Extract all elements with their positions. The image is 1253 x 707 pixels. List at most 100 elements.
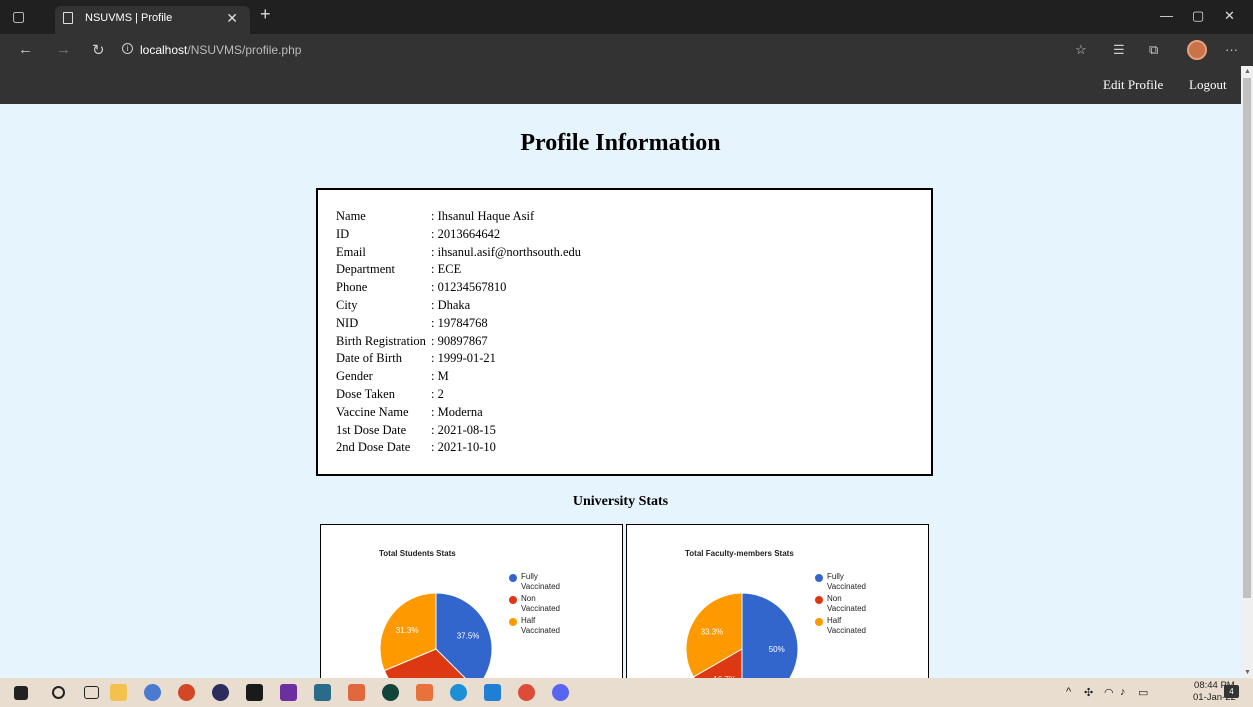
browser-tab[interactable]: NSUVMS | Profile ✕ — [55, 6, 250, 34]
profile-label: 1st Dose Date — [336, 422, 407, 437]
sublime-icon[interactable] — [416, 684, 433, 701]
legend-swatch — [815, 618, 823, 626]
legend-label: Half Vaccinated — [521, 616, 560, 635]
file-explorer-icon[interactable] — [110, 684, 127, 701]
legend-label: Non Vaccinated — [521, 594, 560, 613]
profile-row: Department: ECE — [336, 261, 581, 279]
vscode-icon[interactable] — [484, 684, 501, 701]
profile-label: ID — [336, 226, 350, 241]
profile-value: : Ihsanul Haque Asif — [431, 209, 535, 223]
profile-value: : 90897867 — [431, 333, 488, 348]
profile-value: : 2021-08-15 — [431, 422, 496, 437]
app-icon-3[interactable] — [382, 684, 399, 701]
start-icon[interactable] — [14, 686, 28, 700]
collections-icon[interactable]: ⧉ — [1149, 42, 1158, 58]
profile-row: Phone: 01234567810 — [336, 279, 581, 297]
site-navbar: Edit Profile Logout — [0, 66, 1241, 104]
forward-icon[interactable]: → — [56, 41, 71, 58]
edit-profile-link[interactable]: Edit Profile — [1103, 77, 1163, 93]
legend-swatch — [509, 596, 517, 604]
profile-value: : 01234567810 — [431, 280, 507, 295]
edge-icon[interactable] — [450, 684, 467, 701]
profile-label: Name — [336, 209, 366, 223]
profile-row: Gender : M — [336, 368, 581, 386]
tab-title: NSUVMS | Profile — [85, 12, 173, 24]
profile-label: 2nd Dose Date — [336, 440, 411, 455]
battery-icon[interactable]: ▭ — [1138, 686, 1148, 699]
app-icon-2[interactable] — [314, 684, 331, 701]
legend-label: Non Vaccinated — [827, 594, 866, 613]
back-icon[interactable]: ← — [18, 41, 33, 58]
favorites-icon[interactable]: ☰ — [1113, 42, 1125, 58]
profile-table: Name : Ihsanul Haque Asif ID : 2013664642 Em… — [336, 208, 581, 457]
profile-value: : 19784768 — [431, 315, 488, 330]
scroll-down-icon[interactable]: ▼ — [1244, 669, 1251, 676]
pycharm-icon[interactable] — [246, 684, 263, 701]
discord-icon[interactable] — [552, 684, 569, 701]
pie-slice-label: 31.3% — [396, 626, 419, 635]
profile-row: ID : 2013664642 — [336, 226, 581, 244]
pie-slice-1[interactable] — [741, 592, 799, 678]
profile-row: Birth Registration: 90897867 — [336, 333, 581, 351]
legend-swatch — [815, 574, 823, 582]
profile-value: : 2021-10-10 — [431, 440, 496, 455]
profile-row: 2nd Dose Date : 2021-10-10 — [336, 439, 581, 457]
close-window-icon[interactable]: ✕ — [1224, 8, 1235, 24]
profile-row: Dose Taken: 2 — [336, 386, 581, 404]
eclipse-icon[interactable] — [212, 684, 229, 701]
window-menu-icon[interactable]: ▢ — [12, 8, 25, 25]
profile-row: Email: ihsanul.asif@northsouth.edu — [336, 244, 581, 262]
scroll-up-icon[interactable]: ▲ — [1244, 68, 1251, 75]
profile-value: : 2 — [431, 386, 444, 401]
xampp-icon[interactable] — [348, 684, 365, 701]
address-bar: ← → ↻ i localhost/NSUVMS/profile.php ☆ ☰… — [0, 34, 1253, 66]
new-tab-icon[interactable]: + — [260, 4, 271, 25]
logout-link[interactable]: Logout — [1189, 77, 1227, 93]
reload-icon[interactable]: ↻ — [92, 41, 105, 59]
app-icon[interactable] — [144, 684, 161, 701]
page-scrollbar[interactable]: ▲ ▼ — [1241, 66, 1253, 678]
faculty-pie: 50%16.7%33.3% — [685, 592, 799, 678]
profile-value: : ECE — [431, 262, 462, 277]
profile-value: : 2013664642 — [431, 226, 501, 241]
chrome-icon[interactable] — [518, 684, 535, 701]
profile-label: NID — [336, 315, 359, 330]
profile-avatar[interactable] — [1187, 40, 1207, 60]
powerpoint-icon[interactable] — [178, 684, 195, 701]
favorite-add-icon[interactable]: ☆ — [1075, 42, 1087, 58]
url-field[interactable]: localhost/NSUVMS/profile.php — [140, 43, 301, 57]
notification-icon[interactable]: 4 — [1224, 685, 1239, 698]
task-view-icon[interactable] — [84, 686, 99, 699]
scroll-thumb[interactable] — [1243, 78, 1251, 598]
tray-chevron-icon[interactable]: ^ — [1066, 686, 1071, 698]
profile-value: : 1999-01-21 — [431, 351, 496, 366]
minimize-icon[interactable]: — — [1160, 8, 1173, 23]
page-icon — [63, 12, 73, 24]
close-tab-icon[interactable]: ✕ — [226, 10, 238, 27]
taskbar: ^ ✣ ◠ ♪ ▭ 08:44 PM 01-Jan-22 4 — [0, 678, 1253, 707]
site-info-icon[interactable]: i — [122, 43, 133, 54]
profile-label: Gender — [336, 369, 373, 384]
pie-slice-label: 33.3% — [701, 628, 724, 637]
profile-value: : M — [431, 369, 449, 384]
legend-label: Half Vaccinated — [827, 616, 866, 635]
profile-card: Name : Ihsanul Haque Asif ID : 2013664642 Em… — [316, 188, 933, 476]
profile-label: City — [336, 297, 358, 312]
profile-row: NID : 19784768 — [336, 315, 581, 333]
profile-label: Email — [336, 244, 366, 259]
page-content: Edit Profile Logout Profile Information … — [0, 66, 1241, 678]
pie-slice-label: 37.5% — [457, 632, 480, 641]
search-icon[interactable] — [52, 686, 65, 699]
profile-row: 1st Dose Date : 2021-08-15 — [336, 422, 581, 440]
tray-app-icon[interactable]: ✣ — [1084, 686, 1093, 699]
intellij-icon[interactable] — [280, 684, 297, 701]
profile-label: Date of Birth — [336, 351, 402, 366]
volume-icon[interactable]: ♪ — [1120, 686, 1126, 698]
legend-swatch — [509, 618, 517, 626]
chart-title: Total Faculty-members Stats — [685, 549, 794, 558]
pie-slice-label: 50% — [769, 645, 785, 654]
wifi-icon[interactable]: ◠ — [1104, 686, 1114, 699]
profile-row: Vaccine Name: Moderna — [336, 404, 581, 422]
restore-icon[interactable]: ▢ — [1192, 8, 1204, 24]
more-menu-icon[interactable]: ··· — [1225, 42, 1238, 57]
